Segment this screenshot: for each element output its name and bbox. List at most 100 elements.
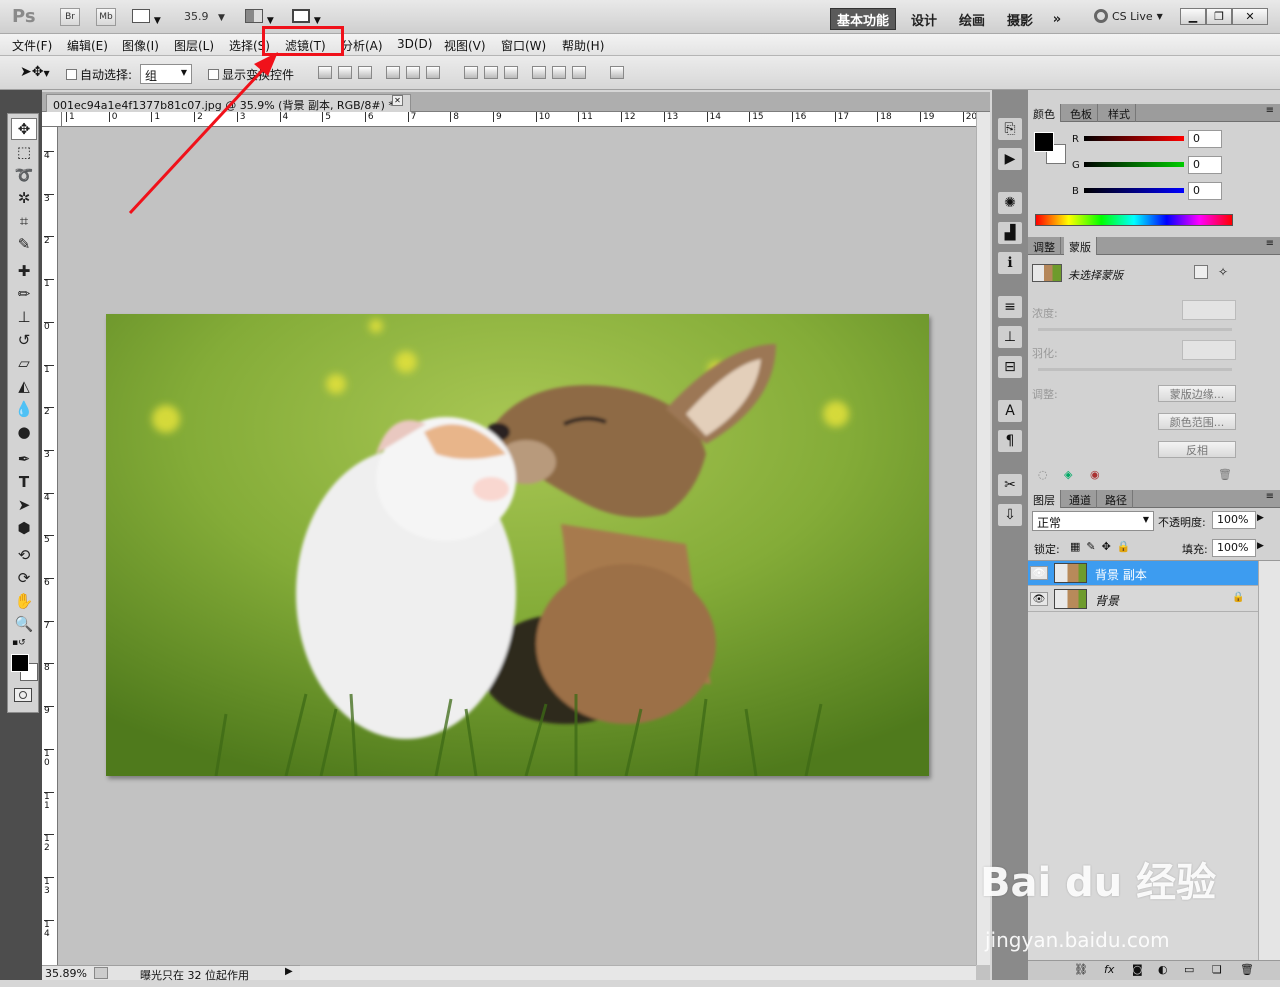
disable-mask-icon[interactable]: ◉ — [1090, 468, 1100, 481]
workspace-design[interactable]: 设计 — [902, 8, 946, 30]
eye-icon[interactable]: 👁 — [1030, 592, 1048, 606]
align-vcenter-icon[interactable] — [338, 66, 352, 79]
tool-presets-panel-icon[interactable]: ⊟ — [998, 356, 1022, 378]
hand-tool[interactable]: ✋ — [11, 590, 37, 612]
clone-source-panel-icon[interactable]: ⊥ — [998, 326, 1022, 348]
feather-field[interactable] — [1182, 340, 1236, 360]
tab-swatches[interactable]: 色板 — [1065, 104, 1098, 122]
actions-panel-icon[interactable]: ▶ — [998, 148, 1022, 170]
zoom-level-dropdown[interactable]: 35.9 ▼ — [184, 10, 234, 23]
workspace-painting[interactable]: 绘画 — [950, 8, 994, 30]
screen-mode-dropdown[interactable]: ▼ — [292, 9, 328, 26]
zoom-tool[interactable]: 🔍 — [11, 613, 37, 635]
load-selection-icon[interactable]: ◌ — [1038, 468, 1048, 481]
panel-menu-icon[interactable]: ≡ — [1266, 491, 1274, 502]
lock-icons[interactable]: ▦✎✥🔒 — [1070, 540, 1137, 553]
eraser-tool[interactable]: ▱ — [11, 352, 37, 374]
new-layer-icon[interactable]: ❏ — [1212, 963, 1222, 976]
workspace-essentials[interactable]: 基本功能 — [830, 8, 896, 30]
auto-select-checkbox[interactable] — [66, 69, 77, 80]
foreground-color-swatch[interactable] — [11, 654, 29, 672]
eyedropper-tool[interactable]: ✎ — [11, 233, 37, 255]
mask-edge-button[interactable]: 蒙版边缘... — [1158, 385, 1236, 402]
quick-mask-button[interactable] — [14, 688, 32, 702]
distribute-bottom-icon[interactable] — [504, 66, 518, 79]
horizontal-scrollbar[interactable] — [300, 965, 976, 980]
tab-styles[interactable]: 样式 — [1103, 104, 1136, 122]
apply-mask-icon[interactable]: ◈ — [1064, 468, 1072, 481]
delete-mask-icon[interactable]: 🗑 — [1218, 468, 1232, 481]
pen-tool[interactable]: ✒ — [11, 448, 37, 470]
opacity-field[interactable]: 100% — [1212, 511, 1256, 529]
history-brush-tool[interactable]: ↺ — [11, 329, 37, 351]
menu-edit[interactable]: 编辑(E) — [67, 37, 108, 54]
bridge-button[interactable]: Br — [60, 8, 80, 26]
r-value-field[interactable]: 0 — [1188, 130, 1222, 148]
cs-live-button[interactable]: CS Live ▼ — [1094, 9, 1163, 23]
dodge-tool[interactable]: ● — [11, 421, 37, 443]
menu-help[interactable]: 帮助(H) — [562, 37, 604, 54]
density-slider[interactable] — [1038, 328, 1232, 331]
tab-masks[interactable]: 蒙版 — [1064, 237, 1097, 255]
status-menu-arrow-icon[interactable]: ▶ — [285, 966, 293, 977]
density-field[interactable] — [1182, 300, 1236, 320]
feather-slider[interactable] — [1038, 368, 1232, 371]
info-panel-icon[interactable]: ℹ — [998, 252, 1022, 274]
crop-tool[interactable]: ⌗ — [11, 210, 37, 232]
ruler-origin[interactable] — [42, 112, 62, 127]
align-bottom-icon[interactable] — [358, 66, 372, 79]
b-slider[interactable] — [1084, 188, 1184, 193]
link-layers-icon[interactable]: ⛓ — [1074, 963, 1088, 976]
fill-field[interactable]: 100% — [1212, 539, 1256, 557]
adjustment-layer-icon[interactable]: ◐ — [1158, 963, 1168, 976]
pixel-mask-icon[interactable] — [1194, 265, 1208, 279]
distribute-left-icon[interactable] — [532, 66, 546, 79]
lasso-tool[interactable]: ➰ — [11, 164, 37, 186]
paint-bucket-tool[interactable]: ◭ — [11, 375, 37, 397]
tab-paths[interactable]: 路径 — [1100, 490, 1133, 508]
menu-analysis[interactable]: 分析(A) — [341, 37, 383, 54]
blend-mode-select[interactable]: 正常 ▼ — [1032, 511, 1154, 531]
distribute-vcenter-icon[interactable] — [484, 66, 498, 79]
menu-3d[interactable]: 3D(D) — [397, 37, 432, 51]
invert-button[interactable]: 反相 — [1158, 441, 1236, 458]
g-value-field[interactable]: 0 — [1188, 156, 1222, 174]
document-photo[interactable] — [106, 314, 929, 776]
tool-preset-picker[interactable]: ➤✥▼ — [20, 64, 50, 80]
align-right-icon[interactable] — [426, 66, 440, 79]
close-button[interactable]: ✕ — [1232, 8, 1268, 25]
vector-mask-icon[interactable]: ✧ — [1218, 265, 1228, 279]
close-tab-icon[interactable]: ✕ — [392, 95, 403, 106]
delete-layer-icon[interactable]: 🗑 — [1240, 963, 1254, 976]
align-left-icon[interactable] — [386, 66, 400, 79]
more-workspaces-button[interactable]: » — [1044, 8, 1070, 30]
color-ramp[interactable] — [1035, 214, 1233, 226]
mini-bridge-button[interactable]: Mb — [96, 8, 116, 26]
move-tool[interactable]: ✥ — [11, 118, 37, 140]
3d-orbit-tool[interactable]: ⟳ — [11, 567, 37, 589]
workspace-photography[interactable]: 摄影 — [998, 8, 1042, 30]
menu-view[interactable]: 视图(V) — [444, 37, 486, 54]
arrange-documents-dropdown[interactable]: ▼ — [245, 9, 281, 26]
g-slider[interactable] — [1084, 162, 1184, 167]
align-top-icon[interactable] — [318, 66, 332, 79]
marquee-tool[interactable]: ⬚ — [11, 141, 37, 163]
type-tool[interactable]: T — [11, 471, 37, 493]
paragraph-panel-icon[interactable]: ¶ — [998, 430, 1022, 452]
color-range-button[interactable]: 颜色范围... — [1158, 413, 1236, 430]
brush-presets-panel-icon[interactable]: ≡ — [998, 296, 1022, 318]
tab-layers[interactable]: 图层 — [1028, 490, 1061, 508]
fx-icon[interactable]: fx — [1104, 963, 1114, 976]
menu-file[interactable]: 文件(F) — [12, 37, 52, 54]
b-value-field[interactable]: 0 — [1188, 182, 1222, 200]
layer-row-background-copy[interactable]: 👁 背景 副本 — [1028, 561, 1258, 586]
foreground-swatch[interactable] — [1034, 132, 1054, 152]
auto-align-icon[interactable] — [610, 66, 624, 79]
tab-color[interactable]: 颜色 — [1028, 104, 1061, 122]
status-info-icon[interactable] — [94, 967, 108, 979]
view-extras-dropdown[interactable]: ▼ — [132, 9, 168, 26]
3d-rotate-tool[interactable]: ⟲ — [11, 544, 37, 566]
eye-icon[interactable]: 👁 — [1030, 566, 1048, 580]
distribute-hcenter-icon[interactable] — [552, 66, 566, 79]
brush-tool[interactable]: ✏ — [11, 283, 37, 305]
